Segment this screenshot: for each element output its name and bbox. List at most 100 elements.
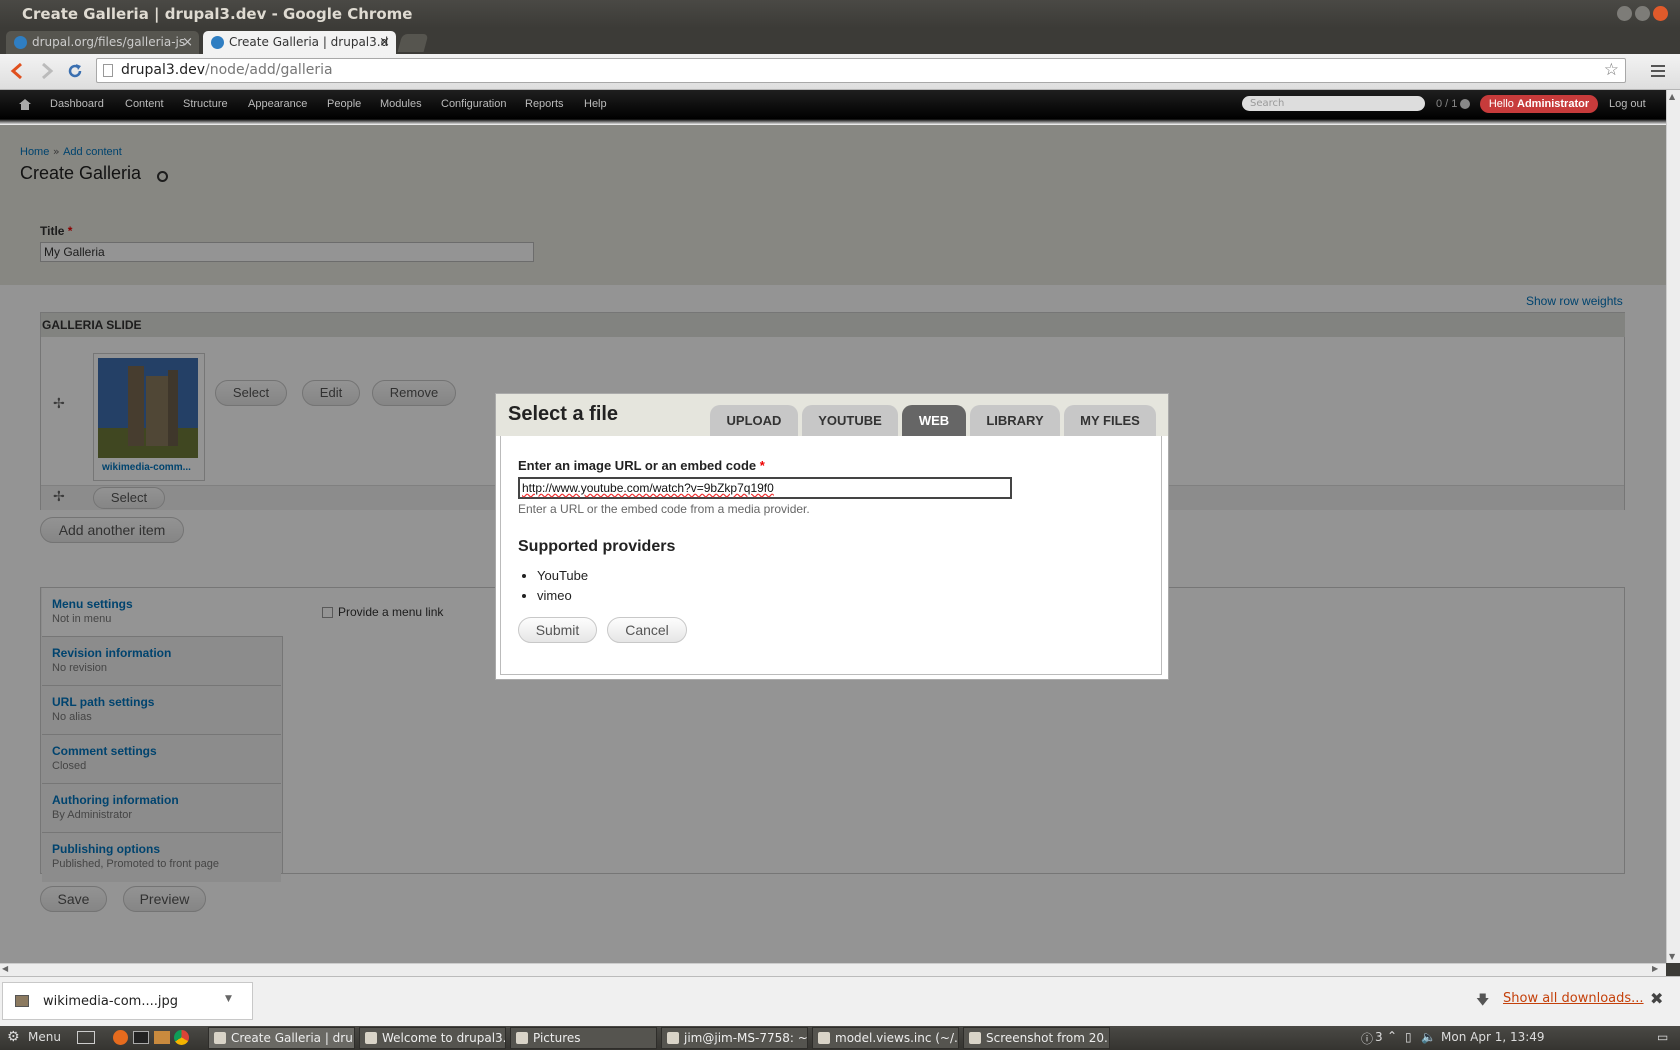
- url-embed-input[interactable]: http://www.youtube.com/watch?v=9bZkp7q19…: [518, 477, 1012, 499]
- home-icon[interactable]: [19, 99, 31, 110]
- scroll-right-arrow-icon[interactable]: ▶: [1652, 964, 1658, 973]
- download-item[interactable]: wikimedia-com....jpg ▼: [2, 982, 253, 1020]
- tab-label: Create Galleria | drupal3.d: [229, 35, 389, 49]
- admin-menu-dashboard[interactable]: Dashboard: [50, 98, 104, 110]
- tab-youtube[interactable]: YOUTUBE: [802, 405, 898, 436]
- task-chrome[interactable]: Create Galleria | dru...: [208, 1027, 355, 1049]
- bookmark-star-icon[interactable]: ☆: [1604, 60, 1619, 80]
- folder-icon: [516, 1032, 528, 1044]
- task-firefox[interactable]: Welcome to drupal3....: [359, 1027, 506, 1049]
- new-tab-button[interactable]: [397, 34, 429, 52]
- tab-create-galleria[interactable]: Create Galleria | drupal3.d ×: [203, 31, 396, 54]
- cancel-button[interactable]: Cancel: [607, 617, 687, 643]
- scroll-left-arrow-icon[interactable]: ◀: [2, 964, 8, 973]
- download-filename: wikimedia-com....jpg: [43, 994, 178, 1009]
- dialog-body: Enter an image URL or an embed code * ht…: [500, 436, 1162, 675]
- tab-label: drupal.org/files/galleria-js: [32, 35, 186, 49]
- clock[interactable]: Mon Apr 1, 13:49: [1441, 1030, 1545, 1044]
- back-arrow-icon[interactable]: [10, 63, 24, 79]
- tab-close-icon[interactable]: ×: [379, 31, 390, 54]
- firefox-launcher-icon[interactable]: [113, 1030, 128, 1045]
- chrome-icon: [214, 1032, 226, 1044]
- admin-menu-appearance[interactable]: Appearance: [248, 98, 307, 110]
- desktop-taskbar: ⚙ Menu Create Galleria | dru... Welcome …: [0, 1026, 1680, 1050]
- menu-gear-icon[interactable]: ⚙: [7, 1029, 20, 1045]
- firefox-icon: [365, 1032, 377, 1044]
- tray-notification-icon[interactable]: ⓘ: [1361, 1030, 1373, 1047]
- download-menu-chevron-icon[interactable]: ▼: [225, 994, 232, 1004]
- submit-button[interactable]: Submit: [518, 617, 597, 643]
- start-menu-label[interactable]: Menu: [28, 1030, 61, 1044]
- maximize-button[interactable]: [1635, 6, 1650, 21]
- close-downloads-icon[interactable]: ✖: [1650, 989, 1663, 1008]
- task-label: Screenshot from 20...: [986, 1031, 1110, 1045]
- terminal-icon: [667, 1032, 679, 1044]
- task-label: Create Galleria | dru...: [231, 1031, 355, 1045]
- tab-drupal-files[interactable]: drupal.org/files/galleria-js ×: [6, 31, 199, 54]
- hello-username: Administrator: [1517, 98, 1590, 110]
- admin-search-input[interactable]: Search: [1242, 96, 1425, 111]
- supported-providers-heading: Supported providers: [518, 538, 676, 555]
- address-bar[interactable]: drupal3.dev/node/add/galleria ☆: [96, 58, 1626, 83]
- admin-menu-help[interactable]: Help: [584, 98, 607, 110]
- image-file-icon: [15, 995, 29, 1007]
- terminal-launcher-icon[interactable]: [133, 1031, 149, 1044]
- task-pictures[interactable]: Pictures: [510, 1027, 657, 1049]
- tab-close-icon[interactable]: ×: [182, 31, 193, 54]
- task-terminal[interactable]: jim@jim-MS-7758: ~...: [661, 1027, 808, 1049]
- volume-icon[interactable]: 🔈: [1421, 1030, 1436, 1044]
- task-editor[interactable]: model.views.inc (~/...: [812, 1027, 959, 1049]
- tab-my-files[interactable]: MY FILES: [1064, 405, 1156, 436]
- minimize-button[interactable]: [1617, 6, 1632, 21]
- reload-icon[interactable]: [66, 62, 84, 80]
- page-icon: [103, 64, 113, 77]
- dialog-title: Select a file: [508, 403, 619, 425]
- files-launcher-icon[interactable]: [154, 1031, 170, 1044]
- admin-menu-reports[interactable]: Reports: [525, 98, 564, 110]
- hello-text: Hello: [1488, 98, 1514, 110]
- vertical-scrollbar[interactable]: ▲ ▼: [1666, 90, 1680, 963]
- providers-list: YouTube vimeo: [518, 566, 588, 606]
- chrome-menu-icon[interactable]: [1651, 65, 1665, 77]
- dialog-header: Select a file UPLOAD YOUTUBE WEB LIBRARY…: [496, 394, 1168, 436]
- tray-count: 3: [1375, 1030, 1383, 1044]
- download-shelf: wikimedia-com....jpg ▼ 🡇 Show all downlo…: [0, 976, 1680, 1026]
- tray-expand-icon[interactable]: ⌃: [1387, 1029, 1397, 1043]
- task-label: Welcome to drupal3....: [382, 1031, 506, 1045]
- user-counter: 0 / 1: [1436, 98, 1458, 110]
- admin-menu-content[interactable]: Content: [125, 98, 164, 110]
- tab-web[interactable]: WEB: [902, 405, 966, 436]
- task-screenshot[interactable]: Screenshot from 20...: [963, 1027, 1110, 1049]
- tray-screen-icon[interactable]: ▭: [1657, 1030, 1668, 1044]
- scroll-down-arrow-icon[interactable]: ▼: [1669, 952, 1675, 961]
- logout-link[interactable]: Log out: [1609, 98, 1646, 110]
- download-arrow-icon: 🡇: [1476, 993, 1490, 1008]
- page-viewport: Dashboard Content Structure Appearance P…: [0, 90, 1666, 963]
- url-host: drupal3.dev: [121, 62, 206, 78]
- admin-menu-structure[interactable]: Structure: [183, 98, 228, 110]
- show-desktop-icon[interactable]: [77, 1031, 95, 1044]
- window-close-button[interactable]: [1653, 6, 1668, 21]
- tab-library[interactable]: LIBRARY: [970, 405, 1060, 436]
- forward-arrow-icon[interactable]: [40, 63, 54, 79]
- task-label: jim@jim-MS-7758: ~...: [684, 1031, 808, 1045]
- url-field-label-text: Enter an image URL or an embed code: [518, 458, 757, 473]
- tab-upload[interactable]: UPLOAD: [710, 405, 798, 436]
- chrome-launcher-icon[interactable]: [174, 1030, 189, 1045]
- admin-menu-people[interactable]: People: [327, 98, 361, 110]
- network-icon[interactable]: ▯: [1405, 1030, 1412, 1044]
- drupal-favicon-icon: [211, 36, 224, 49]
- select-file-dialog: Select a file UPLOAD YOUTUBE WEB LIBRARY…: [495, 393, 1169, 680]
- hello-user-badge[interactable]: Hello Administrator: [1480, 95, 1598, 113]
- admin-menu-modules[interactable]: Modules: [380, 98, 422, 110]
- show-all-downloads-link[interactable]: Show all downloads...: [1503, 991, 1644, 1006]
- task-label: Pictures: [533, 1031, 581, 1045]
- admin-menu-configuration[interactable]: Configuration: [441, 98, 506, 110]
- window-titlebar: Create Galleria | drupal3.dev - Google C…: [0, 0, 1680, 28]
- horizontal-scrollbar[interactable]: ◀ ▶: [0, 963, 1666, 976]
- url-field-label: Enter an image URL or an embed code *: [518, 458, 765, 473]
- task-label: model.views.inc (~/...: [835, 1031, 959, 1045]
- users-icon: [1460, 99, 1470, 109]
- scroll-up-arrow-icon[interactable]: ▲: [1669, 92, 1675, 101]
- provider-item: vimeo: [537, 586, 588, 606]
